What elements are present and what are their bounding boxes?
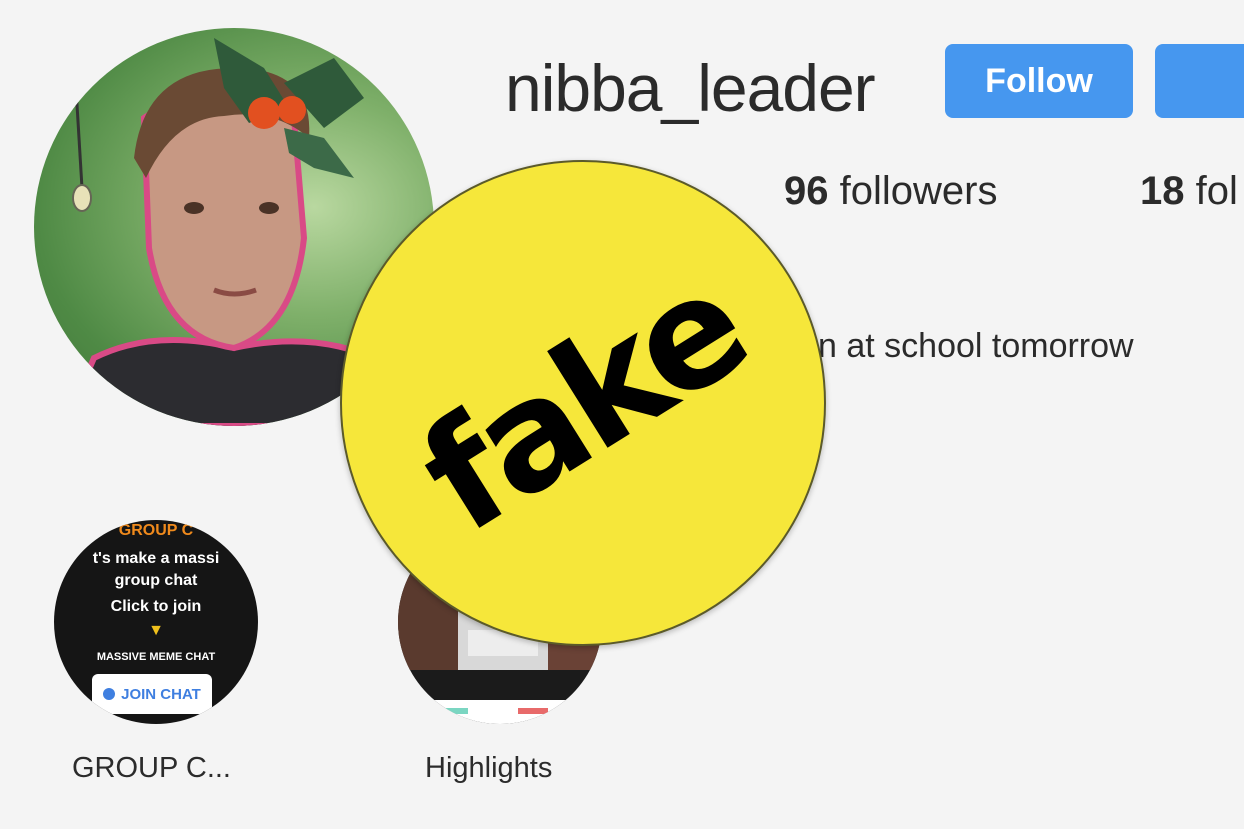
profile-bio: n at school tomorrow [818, 327, 1134, 365]
fake-badge-text: fake [392, 239, 774, 567]
join-chat-sticker: JOIN CHAT [92, 674, 212, 714]
highlight-cover-text: GROUP C [118, 522, 194, 539]
following-label: fol [1195, 169, 1238, 213]
highlight-group-chat[interactable]: GROUP C t's make a massi group chat Clic… [54, 520, 258, 724]
followers-stat[interactable]: 96 followers [784, 166, 997, 216]
followers-count: 96 [784, 169, 829, 213]
follow-button[interactable]: Follow [945, 44, 1133, 118]
highlight-cover-text: MASSIVE MEME CHAT [96, 651, 216, 663]
dropdown-button[interactable] [1155, 44, 1244, 118]
profile-username: nibba_leader [505, 51, 876, 125]
following-count: 18 [1140, 169, 1185, 213]
join-chat-label: JOIN CHAT [121, 685, 201, 703]
chat-bubble-icon [103, 688, 116, 700]
pointing-hand-icon: ▼ [148, 622, 164, 639]
highlight-label: Highlights [425, 752, 553, 784]
highlight-label: GROUP C... [72, 752, 231, 784]
fake-badge: fake [340, 160, 826, 646]
highlight-cover-text: Click to join [110, 598, 202, 615]
followers-label: followers [839, 169, 998, 213]
following-stat[interactable]: 18 fol [1140, 166, 1244, 216]
highlight-cover-text: group chat [114, 572, 198, 589]
